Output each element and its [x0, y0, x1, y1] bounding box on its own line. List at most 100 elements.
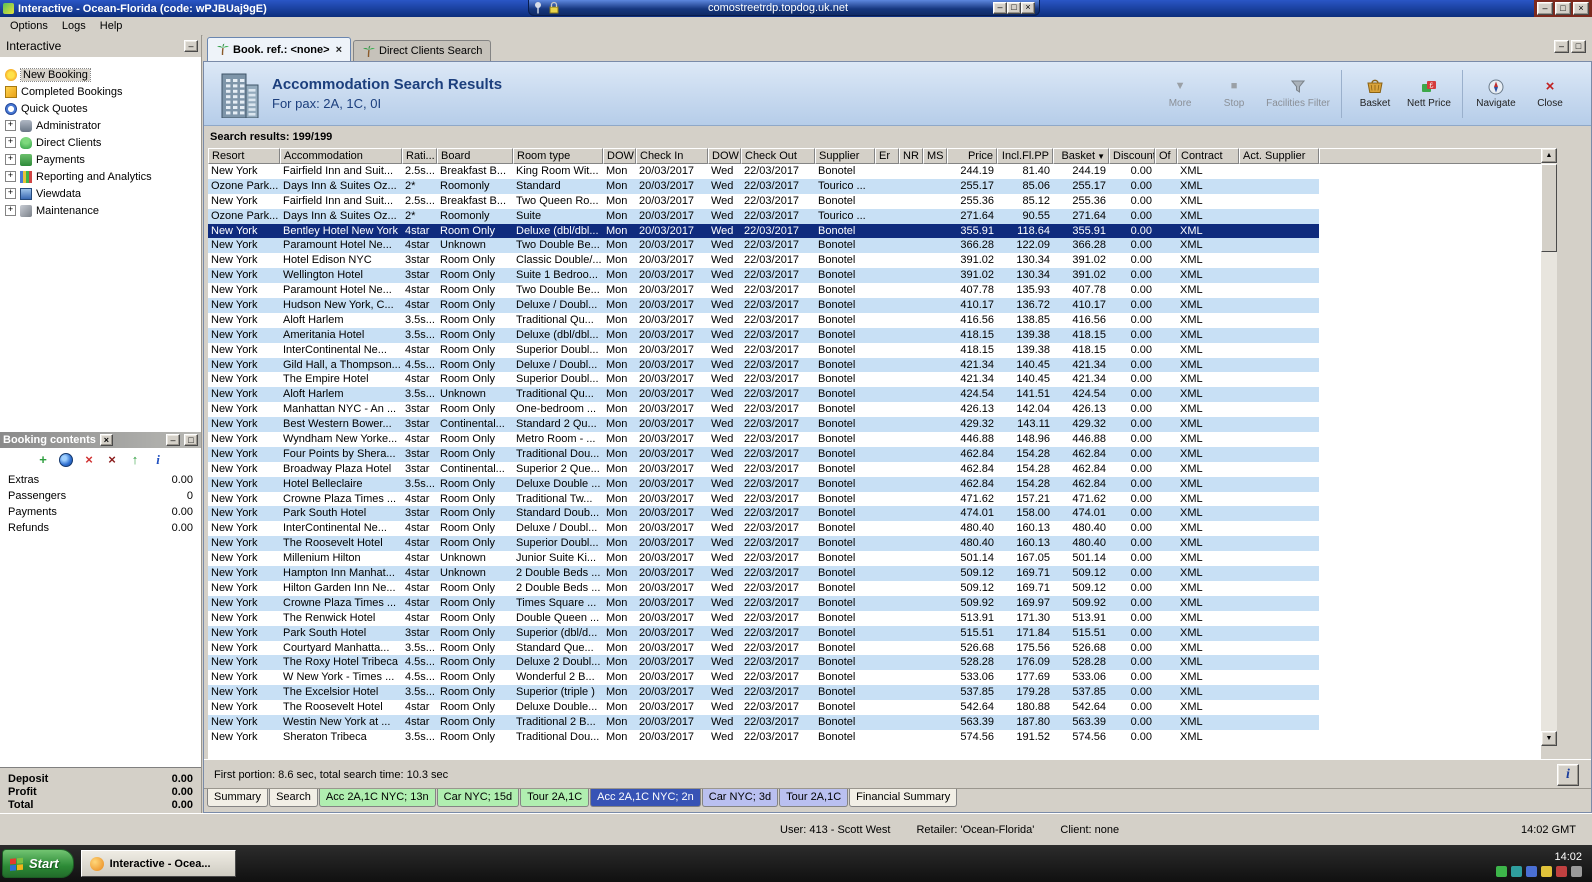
rdp-close-button[interactable]: ×	[1021, 1, 1035, 14]
table-row[interactable]: New York Park South Hotel 3star Room Only Su…	[208, 625, 1319, 641]
table-row[interactable]: New York Gild Hall, a Thompson... 4.5s... R…	[208, 357, 1319, 373]
column-header-board[interactable]: Board	[437, 148, 513, 164]
table-row[interactable]: New York Crowne Plaza Times ... 4star Room …	[208, 492, 1319, 507]
column-header-price[interactable]: Price	[947, 148, 997, 164]
start-button[interactable]: Start	[2, 849, 74, 878]
expand-icon[interactable]: +	[5, 188, 16, 199]
taskbar-task-button[interactable]: Interactive - Ocea...	[80, 850, 236, 877]
column-header-check-out[interactable]: Check Out	[741, 148, 815, 164]
column-header-check-in[interactable]: Check In	[636, 148, 708, 164]
nett-price-button[interactable]: £ Nett Price	[1403, 72, 1455, 116]
sidebar-item-new-booking[interactable]: New Booking	[0, 66, 201, 83]
expand-icon[interactable]: +	[5, 154, 16, 165]
column-header-dow[interactable]: DOW	[603, 148, 636, 164]
mdi-minimize-button[interactable]: –	[1554, 40, 1569, 53]
export-icon[interactable]: ↑	[128, 453, 142, 467]
menu-help[interactable]: Help	[93, 18, 130, 34]
bottom-tab-car-nyc-15d[interactable]: Car NYC; 15d	[436, 789, 520, 807]
table-row[interactable]: Ozone Park... Days Inn & Suites Oz... 2* Ro…	[208, 208, 1319, 224]
scroll-up-button[interactable]: ▲	[1541, 148, 1557, 163]
pin-icon[interactable]	[533, 1, 545, 14]
table-row[interactable]: New York Courtyard Manhatta... 3.5s... Room…	[208, 641, 1319, 656]
basket-button[interactable]: Basket	[1349, 72, 1401, 116]
vertical-scrollbar[interactable]: ▲ ▼	[1541, 148, 1557, 746]
table-row[interactable]: New York Aloft Harlem 3.5s... Room Only Trad…	[208, 313, 1319, 328]
column-header-ms[interactable]: MS	[923, 148, 947, 164]
table-row[interactable]: New York Best Western Bower... 3star Contin…	[208, 417, 1319, 433]
table-row[interactable]: New York The Roosevelt Hotel 4star Room Onl…	[208, 536, 1319, 552]
table-row[interactable]: New York Hotel Edison NYC 3star Room Only Cl…	[208, 253, 1319, 268]
expand-icon[interactable]: +	[5, 171, 16, 182]
expand-icon[interactable]: +	[5, 137, 16, 148]
column-header-resort[interactable]: Resort	[208, 148, 280, 164]
scroll-down-button[interactable]: ▼	[1541, 731, 1557, 746]
column-header-discount[interactable]: Discount	[1109, 148, 1155, 164]
table-row[interactable]: New York Hudson New York, C... 4star Room O…	[208, 298, 1319, 313]
window-minimize-button[interactable]: –	[1537, 2, 1553, 15]
stop-button[interactable]: ■ Stop	[1208, 72, 1260, 116]
table-row[interactable]: New York Crowne Plaza Times ... 4star Room …	[208, 595, 1319, 611]
booking-contents-close-button[interactable]: ×	[99, 434, 113, 446]
bottom-tab-car-nyc-3d[interactable]: Car NYC; 3d	[701, 789, 779, 807]
table-row[interactable]: New York The Renwick Hotel 4star Room Only D…	[208, 611, 1319, 626]
facilities-filter-button[interactable]: Facilities Filter	[1262, 72, 1334, 116]
column-header-dow[interactable]: DOW	[708, 148, 741, 164]
table-row[interactable]: New York The Roxy Hotel Tribeca 4.5s... Roo…	[208, 655, 1319, 671]
menu-options[interactable]: Options	[3, 18, 55, 34]
tab-direct-clients-search[interactable]: Direct Clients Search	[353, 40, 492, 61]
rdp-restore-button[interactable]: □	[1007, 1, 1021, 14]
menu-logs[interactable]: Logs	[55, 18, 93, 34]
bottom-tab-tour-2a-1c[interactable]: Tour 2A,1C	[779, 789, 849, 807]
table-row[interactable]: New York Paramount Hotel Ne... 4star Room O…	[208, 283, 1319, 298]
column-header-rati[interactable]: Rati...	[402, 148, 437, 164]
navigate-button[interactable]: Navigate	[1470, 72, 1522, 116]
remove-icon[interactable]: ×	[105, 453, 119, 467]
sidebar-item-payments[interactable]: + Payments	[0, 151, 201, 168]
bottom-tab-search[interactable]: Search	[269, 789, 318, 807]
table-row[interactable]: New York Paramount Hotel Ne... 4star Unknow…	[208, 238, 1319, 254]
expand-icon[interactable]: +	[5, 205, 16, 216]
table-row[interactable]: New York Four Points by Shera... 3star Room…	[208, 446, 1319, 462]
sidebar-item-administrator[interactable]: + Administrator	[0, 117, 201, 134]
column-header-contract[interactable]: Contract	[1177, 148, 1239, 164]
bottom-tab-financial-summary[interactable]: Financial Summary	[849, 789, 958, 807]
more-button[interactable]: ▼ More	[1154, 72, 1206, 116]
rdp-minimize-button[interactable]: –	[993, 1, 1007, 14]
bottom-tab-summary[interactable]: Summary	[207, 789, 269, 807]
table-row[interactable]: New York Sheraton Tribeca 3.5s... Room Only…	[208, 730, 1319, 745]
tab-close-icon[interactable]: ×	[336, 44, 342, 56]
delete-icon[interactable]: ×	[82, 453, 96, 467]
column-header-act-supplier[interactable]: Act. Supplier	[1239, 148, 1319, 164]
table-row[interactable]: New York Bentley Hotel New York 4star Room …	[208, 223, 1319, 239]
column-header-room-type[interactable]: Room type	[513, 148, 603, 164]
column-header-er[interactable]: Er	[875, 148, 899, 164]
table-row[interactable]: New York The Roosevelt Hotel 4star Room Onl…	[208, 700, 1319, 715]
table-row[interactable]: New York Hampton Inn Manhat... 4star Unknow…	[208, 566, 1319, 581]
table-row[interactable]: New York Westin New York at ... 4star Room …	[208, 714, 1319, 730]
table-row[interactable]: New York InterContinental Ne... 4star Room …	[208, 521, 1319, 536]
table-row[interactable]: New York W New York - Times ... 4.5s... Roo…	[208, 670, 1319, 685]
scrollbar-thumb[interactable]	[1541, 164, 1557, 252]
sidebar-item-quick-quotes[interactable]: Quick Quotes	[0, 100, 201, 117]
tab-book-ref-none[interactable]: Book. ref.: <none> ×	[207, 37, 352, 61]
table-row[interactable]: New York The Excelsior Hotel 3.5s... Room O…	[208, 685, 1319, 701]
booking-contents-minimize-button[interactable]: –	[166, 434, 180, 446]
bottom-tab-tour-2a-1c[interactable]: Tour 2A,1C	[520, 789, 590, 807]
table-row[interactable]: New York Hotel Belleclaire 3.5s... Room Onl…	[208, 476, 1319, 492]
add-icon[interactable]: +	[36, 453, 50, 467]
window-close-button[interactable]: ×	[1573, 2, 1589, 15]
column-header-supplier[interactable]: Supplier	[815, 148, 875, 164]
booking-contents-restore-button[interactable]: □	[184, 434, 198, 446]
window-maximize-button[interactable]: □	[1555, 2, 1571, 15]
column-header-basket[interactable]: Basket ▼	[1053, 148, 1109, 164]
table-row[interactable]: New York InterContinental Ne... 4star Room …	[208, 343, 1319, 358]
column-header-nr[interactable]: NR	[899, 148, 923, 164]
column-header-of[interactable]: Of	[1155, 148, 1177, 164]
bottom-tab-acc-2a-1c-nyc-13n[interactable]: Acc 2A,1C NYC; 13n	[318, 789, 436, 807]
column-header-incl-fl-pp[interactable]: Incl.Fl.PP	[997, 148, 1053, 164]
bottom-tab-acc-2a-1c-nyc-2n[interactable]: Acc 2A,1C NYC; 2n	[590, 789, 701, 807]
sidebar-item-viewdata[interactable]: + Viewdata	[0, 185, 201, 202]
table-row[interactable]: New York Aloft Harlem 3.5s... Unknown Tradit…	[208, 387, 1319, 403]
sidebar-item-maintenance[interactable]: + Maintenance	[0, 202, 201, 219]
table-row[interactable]: New York Park South Hotel 3star Room Only St…	[208, 506, 1319, 522]
